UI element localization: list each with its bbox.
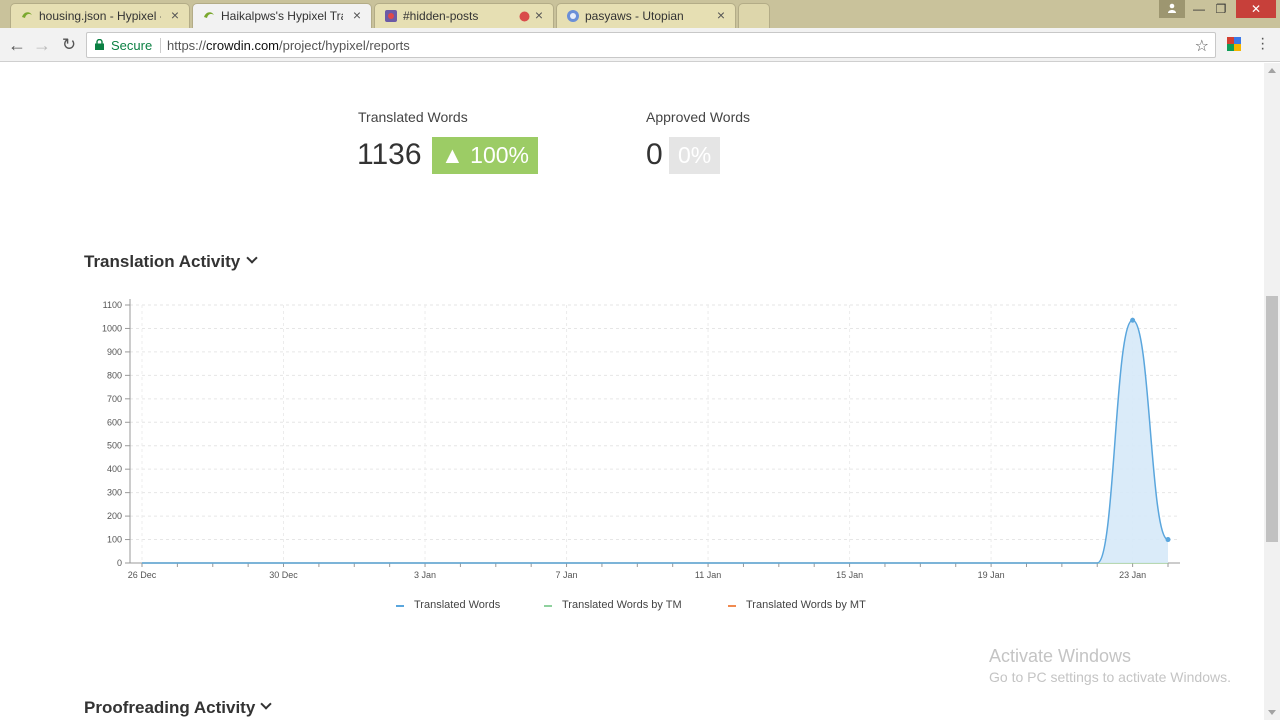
x-tick-label: 26 Dec bbox=[128, 570, 157, 580]
crowdin-icon bbox=[204, 12, 214, 18]
series-line-translated-words bbox=[142, 319, 1169, 564]
bookmark-star-icon[interactable]: ☆ bbox=[1195, 36, 1209, 56]
tab-translation-reports[interactable]: Haikalpws's Hypixel Trans × bbox=[192, 3, 372, 28]
user-icon bbox=[1168, 3, 1176, 13]
legend-label: Translated Words bbox=[414, 599, 501, 611]
data-point bbox=[1165, 537, 1171, 543]
activate-windows-title: Activate Windows bbox=[989, 646, 1132, 666]
translated-words-value: 1136 bbox=[357, 138, 422, 171]
x-tick-label: 23 Jan bbox=[1119, 570, 1146, 580]
approved-words-label: Approved Words bbox=[646, 109, 751, 125]
scrollbar-thumb[interactable] bbox=[1266, 296, 1278, 542]
legend-label: Translated Words by TM bbox=[562, 599, 682, 611]
translation-activity-title[interactable]: Translation Activity bbox=[84, 252, 240, 272]
series-area-translated-words bbox=[142, 320, 1168, 563]
vertical-scrollbar[interactable] bbox=[1264, 63, 1280, 720]
y-tick-label: 500 bbox=[107, 441, 122, 451]
divider bbox=[160, 38, 161, 53]
approved-words-value: 0 bbox=[646, 138, 663, 171]
crowdin-icon bbox=[22, 12, 32, 18]
extension-icon[interactable] bbox=[1227, 37, 1241, 51]
chevron-down-icon[interactable] bbox=[246, 252, 258, 264]
close-icon[interactable]: × bbox=[717, 7, 725, 23]
y-tick-label: 100 bbox=[107, 535, 122, 545]
chat-app-icon bbox=[385, 10, 397, 22]
x-tick-label: 30 Dec bbox=[269, 570, 298, 580]
tab-housing-json[interactable]: housing.json - Hypixel - Cr × bbox=[10, 3, 190, 28]
menu-kebab-icon[interactable]: · · · bbox=[1260, 31, 1265, 57]
y-tick-label: 300 bbox=[107, 488, 122, 498]
tab-title: #hidden-posts bbox=[403, 9, 479, 23]
y-tick-label: 1100 bbox=[103, 300, 122, 310]
secure-label: Secure bbox=[111, 38, 153, 53]
toolbar: ← → ↻ Secure https://crowdin.com/project… bbox=[0, 28, 1280, 62]
x-tick-label: 11 Jan bbox=[695, 570, 721, 580]
new-tab-button[interactable] bbox=[738, 3, 770, 28]
translated-words-label: Translated Words bbox=[358, 109, 468, 125]
legend-swatch bbox=[544, 605, 552, 607]
restore-button[interactable]: ❐ bbox=[1208, 0, 1234, 18]
close-icon[interactable]: × bbox=[353, 7, 361, 23]
translation-activity-chart: 0 100 200 300 400 500 600 700 800 900 1000 1100 26 D… bbox=[102, 299, 1180, 580]
chevron-down-icon[interactable] bbox=[260, 698, 272, 710]
close-icon[interactable]: × bbox=[535, 7, 543, 23]
y-tick-label: 400 bbox=[107, 464, 122, 474]
y-tick-label: 900 bbox=[107, 347, 122, 357]
close-window-button[interactable]: ✕ bbox=[1236, 0, 1276, 18]
y-tick-label: 600 bbox=[107, 417, 122, 427]
profile-icon[interactable] bbox=[1159, 0, 1185, 18]
y-tick-label: 800 bbox=[107, 370, 122, 380]
lock-icon bbox=[95, 39, 104, 50]
tab-hidden-posts[interactable]: #hidden-posts × bbox=[374, 3, 554, 28]
tab-utopian[interactable]: pasyaws - Utopian × bbox=[556, 3, 736, 28]
url-path: /project/hypixel/reports bbox=[279, 38, 410, 53]
tab-strip: housing.json - Hypixel - Cr × Haikalpws'… bbox=[0, 0, 1280, 28]
url-text[interactable]: https://crowdin.com/project/hypixel/repo… bbox=[167, 38, 410, 53]
url-host: crowdin.com bbox=[206, 38, 279, 53]
url-scheme: https:// bbox=[167, 38, 207, 53]
reports-page: Translated Words 1136 ▲ 100% Approved Wo… bbox=[0, 63, 1264, 720]
x-tick-label: 3 Jan bbox=[414, 570, 436, 580]
close-icon[interactable]: × bbox=[171, 7, 179, 23]
utopian-icon bbox=[567, 10, 579, 22]
approved-percent-badge: 0% bbox=[669, 137, 721, 174]
scroll-down-arrow-icon[interactable] bbox=[1268, 710, 1276, 715]
y-tick-label: 0 bbox=[117, 558, 122, 568]
activate-windows-subtitle: Go to PC settings to activate Windows. bbox=[989, 669, 1231, 685]
y-tick-label: 700 bbox=[107, 394, 122, 404]
y-tick-label: 200 bbox=[107, 511, 122, 521]
tab-title: Haikalpws's Hypixel Trans bbox=[221, 9, 343, 23]
address-bar[interactable]: Secure https://crowdin.com/project/hypix… bbox=[86, 32, 1216, 58]
x-tick-label: 7 Jan bbox=[556, 570, 578, 580]
legend-swatch bbox=[728, 605, 736, 607]
forward-button[interactable]: → bbox=[31, 34, 53, 56]
back-button[interactable]: ← bbox=[6, 34, 28, 56]
data-point bbox=[1130, 317, 1136, 323]
recording-icon bbox=[519, 11, 530, 22]
legend-label: Translated Words by MT bbox=[746, 599, 866, 611]
tab-title: pasyaws - Utopian bbox=[585, 9, 684, 23]
y-tick-label: 1000 bbox=[102, 323, 122, 333]
legend-swatch bbox=[396, 605, 404, 607]
tab-title: housing.json - Hypixel - Cr bbox=[39, 9, 161, 23]
x-tick-label: 15 Jan bbox=[836, 570, 863, 580]
proofreading-activity-title[interactable]: Proofreading Activity bbox=[84, 698, 255, 718]
x-tick-label: 19 Jan bbox=[978, 570, 1005, 580]
reload-button[interactable]: ↻ bbox=[58, 34, 80, 56]
scroll-up-arrow-icon[interactable] bbox=[1268, 68, 1276, 73]
translated-percent-badge: ▲ 100% bbox=[432, 137, 538, 174]
